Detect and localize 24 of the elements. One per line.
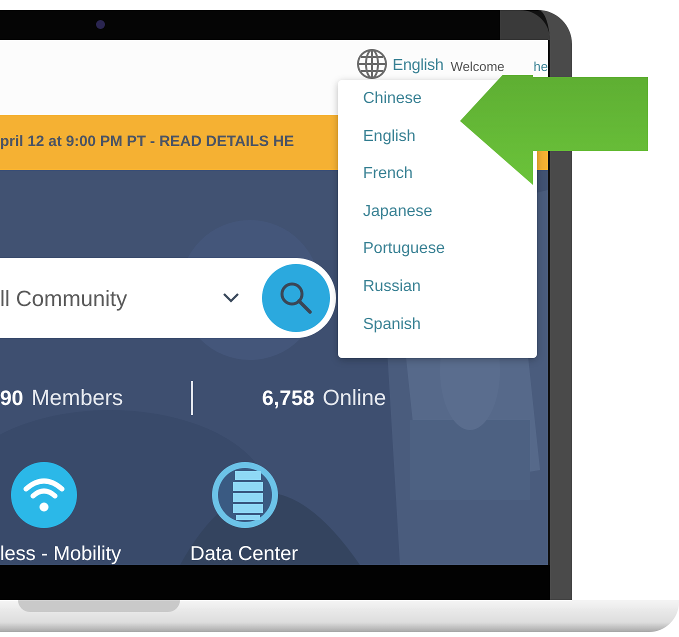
category-link[interactable]: less - Mobility [0, 539, 122, 565]
banner-text: pril 12 at 9:00 PM PT - READ DETAILS HE [0, 132, 294, 152]
menu-item[interactable]: Japanese [363, 202, 432, 222]
stat-label: Members [31, 384, 124, 412]
stat-label: Online [322, 384, 386, 412]
search-field[interactable]: ll Community [0, 258, 336, 338]
menu-item[interactable]: Spanish [363, 314, 421, 335]
menu-item[interactable]: French [363, 164, 413, 184]
welcome-text: Welcome [450, 58, 505, 76]
menu-item[interactable]: Russian [363, 276, 421, 297]
search-icon [278, 280, 314, 316]
search-button[interactable] [262, 264, 330, 332]
chevron-down-icon [222, 292, 240, 304]
server-icon[interactable] [211, 461, 280, 529]
wifi-icon[interactable] [10, 461, 78, 529]
menu-item[interactable]: Chinese [363, 89, 422, 109]
stat-number: 90 [0, 386, 24, 412]
header-link[interactable]: he [534, 57, 548, 76]
menu-item[interactable]: Portuguese [363, 239, 445, 260]
menu-item[interactable]: English [363, 126, 416, 147]
stat-number: 6,758 [262, 386, 315, 412]
globe-icon[interactable] [356, 48, 388, 80]
language-link[interactable]: English [392, 54, 444, 78]
camera-lens [96, 20, 105, 29]
